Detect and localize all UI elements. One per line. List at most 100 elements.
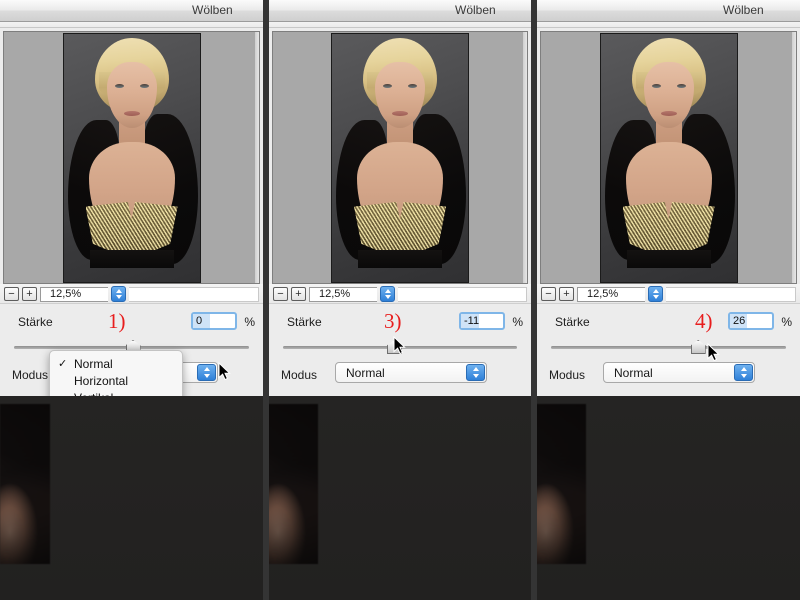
panel-2-title: Wölben: [455, 3, 496, 17]
panel-3-subbar: [537, 22, 800, 28]
slider-thumb[interactable]: [690, 340, 706, 354]
menu-item-label: Horizontal: [74, 374, 129, 388]
panel-3-controls: Stärke 26 % Modus Normal: [537, 303, 800, 396]
zoom-bar-filler: [666, 286, 796, 302]
preview-image-detail: [123, 111, 140, 116]
preview-image-detail: [651, 84, 661, 88]
panel-1-title: Wölben: [192, 3, 233, 17]
menu-item-horizontal[interactable]: Horizontal: [50, 373, 182, 390]
background-photo-fragment: [536, 404, 586, 564]
mode-stepper-icon[interactable]: [197, 364, 216, 381]
zoom-out-button[interactable]: −: [541, 287, 556, 301]
background-photo-fragment: [0, 404, 50, 564]
strength-unit: %: [512, 315, 523, 329]
strength-value-field[interactable]: 26: [728, 312, 774, 330]
preview-scrollbar[interactable]: [523, 32, 527, 283]
preview-image-detail: [676, 84, 686, 88]
zoom-value-field[interactable]: 12,5%: [577, 286, 645, 302]
panel-1-titlebar: Wölben: [0, 0, 263, 22]
preview-image: [331, 33, 469, 283]
strength-label: Stärke: [18, 315, 53, 329]
panel-2-titlebar: Wölben: [269, 0, 531, 22]
preview-image-detail: [358, 250, 442, 268]
zoom-bar-filler: [129, 286, 259, 302]
strength-unit: %: [244, 315, 255, 329]
strength-value-field[interactable]: -11: [459, 312, 505, 330]
panel-2-preview: [272, 31, 528, 284]
mode-label: Modus: [281, 368, 318, 382]
zoom-bar-filler: [398, 286, 527, 302]
preview-image-detail: [139, 84, 149, 88]
zoom-out-button[interactable]: −: [4, 287, 19, 301]
panel-2: Wölben − + 12,5% Stärke -11 % Modus Norm…: [269, 0, 531, 396]
slider-track[interactable]: [551, 346, 786, 349]
menu-item-vertikal[interactable]: Vertikal: [50, 390, 182, 396]
panel-1: Wölben − + 12,5% Stärke 0 % Modus ✓ Norm…: [0, 0, 263, 396]
zoom-value-field[interactable]: 12,5%: [40, 286, 108, 302]
preview-image: [599, 33, 738, 283]
annotation-4: 4): [695, 309, 713, 333]
zoom-stepper[interactable]: [648, 286, 663, 302]
panel-1-subbar: [0, 22, 263, 28]
mode-select[interactable]: Normal: [603, 362, 755, 383]
mode-stepper-icon[interactable]: [734, 364, 753, 381]
mode-label: Modus: [12, 368, 49, 382]
mode-label: Modus: [549, 368, 586, 382]
mouse-cursor: [393, 336, 406, 355]
zoom-value-field[interactable]: 12,5%: [309, 286, 377, 302]
panel-3-title: Wölben: [723, 3, 764, 17]
strength-value: -11: [461, 314, 480, 328]
annotation-3: 3): [384, 309, 402, 333]
panel-1-zoom-bar: − + 12,5%: [0, 284, 263, 303]
strength-label: Stärke: [287, 315, 322, 329]
mouse-cursor: [218, 362, 231, 381]
zoom-out-button[interactable]: −: [273, 287, 288, 301]
panel-3: Wölben − + 12,5% Stärke 26 % Modus Norma…: [537, 0, 800, 396]
strength-row: Stärke 26 %: [537, 304, 800, 340]
menu-item-label: Normal: [74, 357, 113, 371]
checkmark-icon: ✓: [58, 358, 68, 370]
mode-stepper-icon[interactable]: [466, 364, 485, 381]
mode-value: Normal: [346, 365, 385, 380]
zoom-in-button[interactable]: +: [22, 287, 37, 301]
panel-2-subbar: [269, 22, 531, 28]
zoom-stepper[interactable]: [111, 286, 126, 302]
strength-slider[interactable]: [537, 340, 800, 356]
mode-select[interactable]: Normal: [335, 362, 487, 383]
preview-image: [62, 33, 201, 283]
zoom-in-button[interactable]: +: [559, 287, 574, 301]
preview-image-detail: [660, 111, 677, 116]
panel-2-zoom-bar: − + 12,5%: [269, 284, 531, 303]
mouse-cursor: [707, 343, 720, 362]
screenshot-root: Wölben − + 12,5% Stärke 0 % Modus ✓ Norm…: [0, 0, 800, 600]
preview-scrollbar[interactable]: [255, 32, 259, 283]
panel-3-preview: [540, 31, 797, 284]
preview-scrollbar[interactable]: [792, 32, 796, 283]
strength-row: Stärke 0 %: [0, 304, 263, 340]
menu-item-normal[interactable]: ✓ Normal: [50, 356, 182, 373]
background-photo-fragment: [268, 404, 318, 564]
preview-image-detail: [408, 84, 417, 88]
panel-3-titlebar: Wölben: [537, 0, 800, 22]
strength-value: 26: [730, 314, 747, 328]
zoom-stepper[interactable]: [380, 286, 395, 302]
preview-image-detail: [626, 250, 711, 268]
zoom-in-button[interactable]: +: [291, 287, 306, 301]
preview-image-detail: [89, 250, 174, 268]
preview-image-detail: [383, 84, 392, 88]
panel-3-zoom-bar: − + 12,5%: [537, 284, 800, 303]
strength-value-field[interactable]: 0: [191, 312, 237, 330]
mode-value: Normal: [614, 365, 653, 380]
mode-row: Modus Normal: [269, 356, 531, 392]
mode-dropdown-menu[interactable]: ✓ Normal Horizontal Vertikal: [49, 350, 183, 396]
preview-image-detail: [392, 111, 408, 116]
strength-unit: %: [781, 315, 792, 329]
preview-image-detail: [114, 84, 124, 88]
annotation-1: 1): [108, 309, 126, 333]
strength-value: 0: [193, 314, 210, 328]
panel-1-controls: Stärke 0 % Modus Normal ✓ N: [0, 303, 263, 396]
panel-1-preview: [3, 31, 260, 284]
mode-row: Modus Normal: [537, 356, 800, 392]
menu-item-label: Vertikal: [74, 391, 113, 396]
strength-label: Stärke: [555, 315, 590, 329]
